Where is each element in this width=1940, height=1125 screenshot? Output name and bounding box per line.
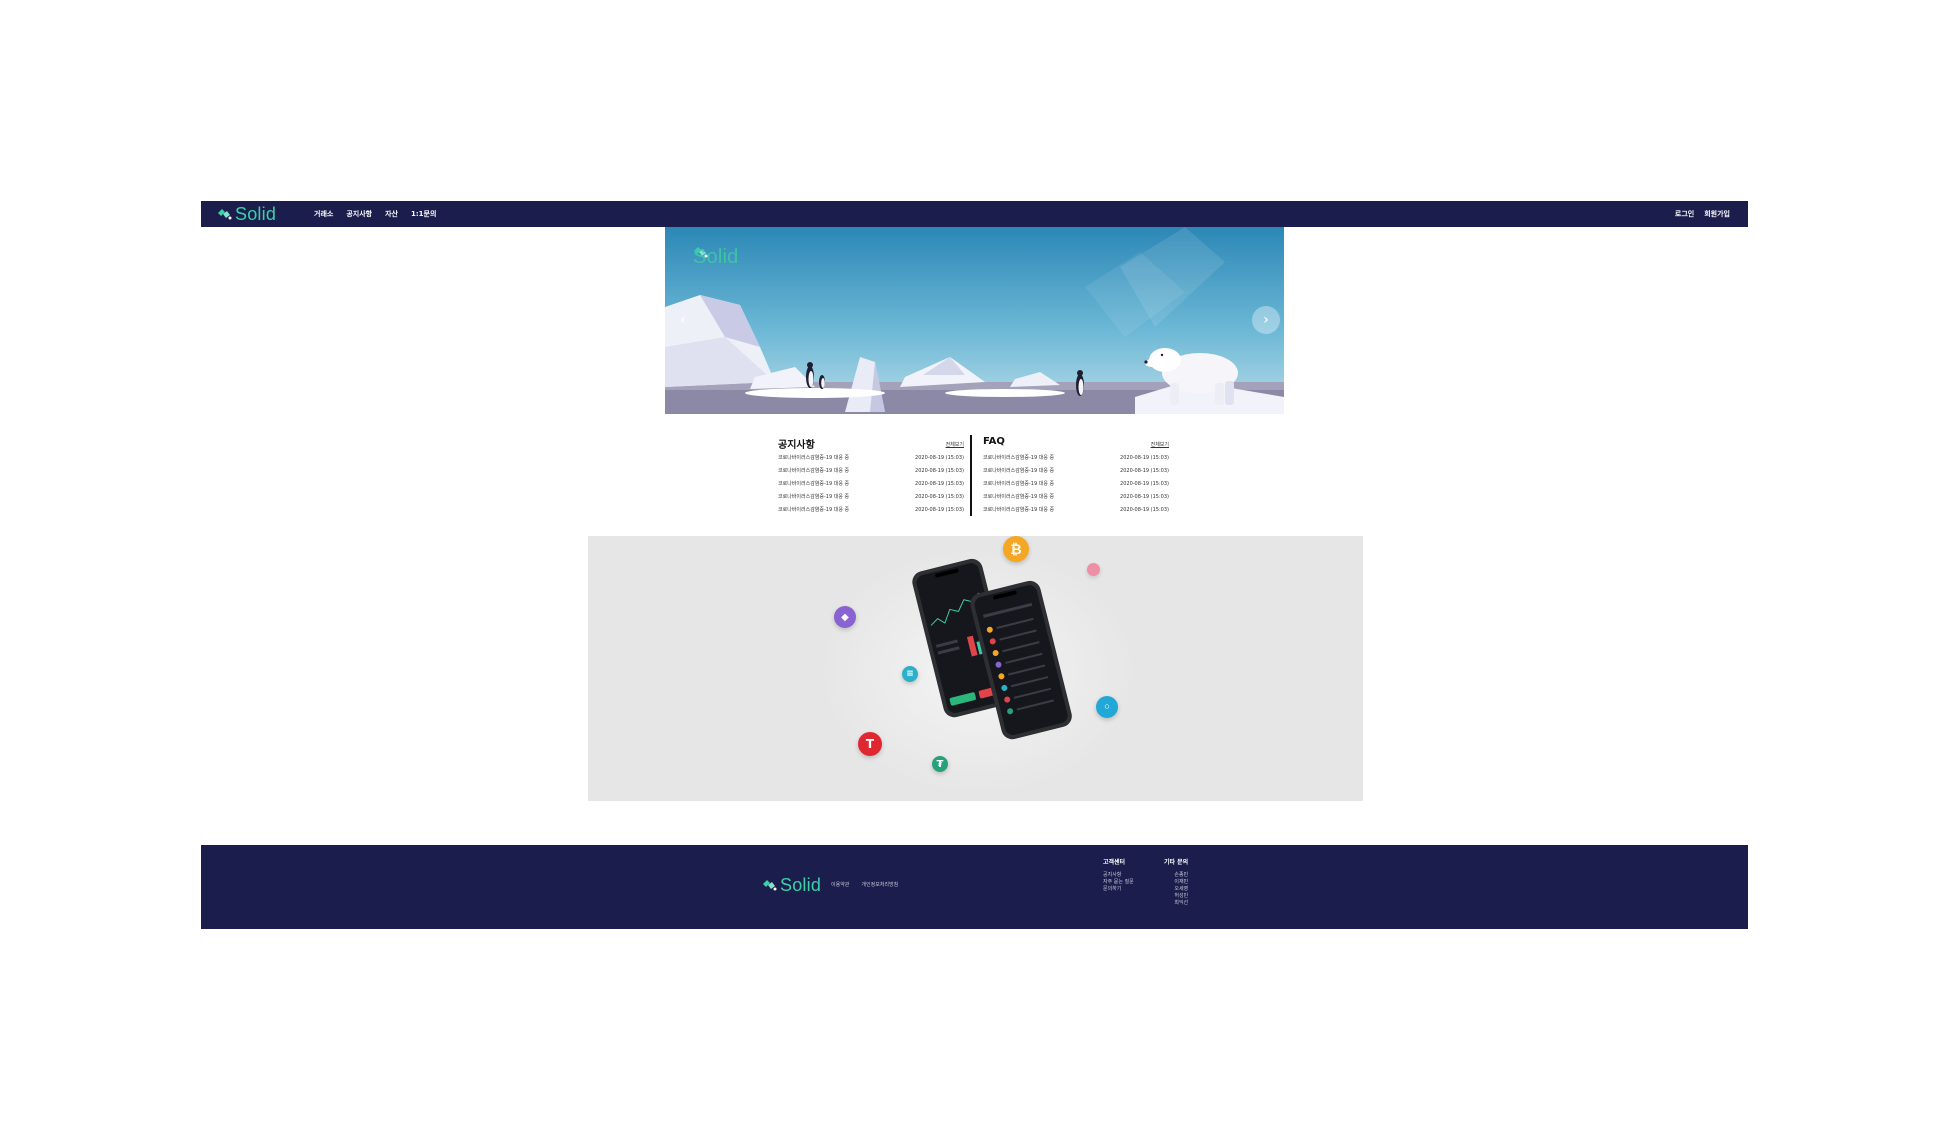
list-item[interactable]: 코로나바이러스감염증-19 대응 중 2020-08-19 (15:03) [778, 477, 964, 490]
board-divider [970, 435, 972, 516]
list-item[interactable]: 코로나바이러스감염증-19 대응 중 2020-08-19 (15:03) [983, 490, 1169, 503]
list-item[interactable]: 코로나바이러스감염증-19 대응 중 2020-08-19 (15:03) [983, 464, 1169, 477]
site-footer: Solid 이용약관 개인정보처리방침 고객센터 공지사항 자주 묻는 질문 문… [201, 845, 1748, 929]
nav-exchange[interactable]: 거래소 [314, 209, 333, 219]
ethereum-icon: ◆ [834, 606, 856, 628]
top-navbar: Solid 거래소 공지사항 자산 1:1문의 로그인 회원가입 [201, 201, 1748, 227]
notice-item-date: 2020-08-19 (15:03) [915, 493, 964, 500]
solid-logo-icon [218, 209, 232, 220]
stellar-glyph: ≡ [906, 669, 914, 679]
tesla-glyph: T [865, 737, 875, 751]
notice-item-text: 코로나바이러스감염증-19 대응 중 [778, 494, 850, 500]
app-promo-section: ₿ ◆ T ₮ ≡ ◦ [588, 536, 1363, 801]
faq-item-date: 2020-08-19 (15:03) [1120, 454, 1169, 461]
faq-title: FAQ [983, 436, 1005, 447]
solid-logo-icon [763, 880, 777, 891]
faq-view-all-link[interactable]: 전체보기 [1151, 441, 1169, 448]
header-brand-name: Solid [235, 204, 277, 224]
header-logo[interactable]: Solid [217, 204, 276, 224]
footer-links: 이용약관 개인정보처리방침 [831, 881, 898, 888]
faq-item-text: 코로나바이러스감염증-19 대응 중 [983, 481, 1055, 487]
tether-glyph: ₮ [936, 758, 944, 770]
notice-item-date: 2020-08-19 (15:03) [915, 467, 964, 474]
list-item[interactable]: 코로나바이러스감염증-19 대응 중 2020-08-19 (15:03) [983, 451, 1169, 464]
list-item[interactable]: 코로나바이러스감염증-19 대응 중 2020-08-19 (15:03) [983, 503, 1169, 516]
phone-illustration [818, 546, 1138, 796]
tether-icon: ₮ [932, 756, 948, 772]
nav-assets[interactable]: 자산 [385, 209, 398, 219]
list-item[interactable]: 코로나바이러스감염증-19 대응 중 2020-08-19 (15:03) [778, 503, 964, 516]
notice-item-text: 코로나바이러스감염증-19 대응 중 [778, 507, 850, 513]
page: Solid 거래소 공지사항 자산 1:1문의 로그인 회원가입 Solid ‹… [0, 0, 1940, 1125]
faq-list: 코로나바이러스감염증-19 대응 중 2020-08-19 (15:03) 코로나… [983, 451, 1169, 516]
notice-item-date: 2020-08-19 (15:03) [915, 480, 964, 487]
faq-item-text: 코로나바이러스감염증-19 대응 중 [983, 507, 1055, 513]
faq-header: FAQ 전체보기 [983, 433, 1169, 451]
ring-coin-glyph: ◦ [1103, 700, 1111, 714]
notice-item-text: 코로나바이러스감염증-19 대응 중 [778, 468, 850, 474]
carousel-next-button[interactable]: › [1252, 306, 1280, 334]
notice-item-text: 코로나바이러스감염증-19 대응 중 [778, 481, 850, 487]
other-inquiry-title: 기타 문의 [1164, 859, 1189, 866]
notice-title: 공지사항 [778, 440, 815, 451]
bitcoin-glyph: ₿ [1010, 541, 1022, 558]
notice-header: 공지사항 전체보기 [778, 433, 964, 451]
stellar-icon: ≡ [902, 666, 918, 682]
contact-name: 이재민 [1174, 879, 1189, 885]
notice-item-date: 2020-08-19 (15:03) [915, 506, 964, 513]
faq-item-date: 2020-08-19 (15:03) [1120, 467, 1169, 474]
contact-name: 오세영 [1174, 886, 1189, 892]
footer-brand-name: Solid [780, 875, 822, 895]
ring-coin-icon: ◦ [1096, 696, 1118, 718]
notice-board: 공지사항 전체보기 코로나바이러스감염증-19 대응 중 2020-08-19 (… [778, 433, 964, 516]
signup-link[interactable]: 회원가입 [1704, 209, 1730, 219]
list-item[interactable]: 코로나바이러스감염증-19 대응 중 2020-08-19 (15:03) [778, 451, 964, 464]
hero-logo: Solid [693, 246, 738, 268]
terms-link[interactable]: 이용약관 [831, 881, 849, 888]
faq-item-text: 코로나바이러스감염증-19 대응 중 [983, 468, 1055, 474]
list-item[interactable]: 코로나바이러스감염증-19 대응 중 2020-08-19 (15:03) [778, 490, 964, 503]
faq-item-date: 2020-08-19 (15:03) [1120, 493, 1169, 500]
arctic-illustration [665, 227, 1284, 414]
notice-item-date: 2020-08-19 (15:03) [915, 454, 964, 461]
footer-logo[interactable]: Solid [762, 875, 821, 895]
faq-item-text: 코로나바이러스감염증-19 대응 중 [983, 494, 1055, 500]
bitcoin-icon: ₿ [1003, 536, 1029, 562]
faq-item-text: 코로나바이러스감염증-19 대응 중 [983, 455, 1055, 461]
pink-coin-icon [1087, 563, 1100, 576]
carousel-prev-button[interactable]: ‹ [669, 306, 697, 334]
hero-banner: Solid ‹ › [665, 227, 1284, 414]
list-item[interactable]: 코로나바이러스감염증-19 대응 중 2020-08-19 (15:03) [983, 477, 1169, 490]
notice-view-all-link[interactable]: 전체보기 [946, 441, 964, 448]
auth-links: 로그인 회원가입 [1675, 201, 1730, 227]
customer-center-title: 고객센터 [1103, 859, 1126, 866]
hero-brand-name: Solid [693, 246, 739, 268]
contact-name: 손종민 [1174, 872, 1189, 878]
footer-link-faq[interactable]: 자주 묻는 질문 [1103, 879, 1134, 886]
notice-list: 코로나바이러스감염증-19 대응 중 2020-08-19 (15:03) 코로나… [778, 451, 964, 516]
notice-item-text: 코로나바이러스감염증-19 대응 중 [778, 455, 850, 461]
tesla-icon: T [858, 732, 882, 756]
contact-name: 최익선 [1174, 900, 1189, 906]
chevron-right-icon: › [1263, 312, 1269, 328]
faq-item-date: 2020-08-19 (15:03) [1120, 506, 1169, 513]
footer-customer-center: 고객센터 공지사항 자주 묻는 질문 문의하기 [1103, 857, 1134, 893]
footer-link-notice[interactable]: 공지사항 [1103, 872, 1134, 879]
login-link[interactable]: 로그인 [1675, 209, 1694, 219]
ethereum-glyph: ◆ [841, 611, 849, 623]
footer-other-inquiry: 기타 문의 손종민 이재민 오세영 허성민 최익선 [1164, 857, 1188, 907]
faq-item-date: 2020-08-19 (15:03) [1120, 480, 1169, 487]
list-item[interactable]: 코로나바이러스감염증-19 대응 중 2020-08-19 (15:03) [778, 464, 964, 477]
privacy-link[interactable]: 개인정보처리방침 [861, 881, 898, 888]
chevron-left-icon: ‹ [680, 312, 686, 328]
contact-name: 허성민 [1174, 893, 1189, 899]
faq-board: FAQ 전체보기 코로나바이러스감염증-19 대응 중 2020-08-19 (1… [983, 433, 1169, 516]
main-nav: 거래소 공지사항 자산 1:1문의 [314, 201, 436, 227]
nav-inquiry[interactable]: 1:1문의 [411, 209, 436, 219]
nav-notice[interactable]: 공지사항 [346, 209, 372, 219]
footer-link-inquiry[interactable]: 문의하기 [1103, 886, 1134, 893]
